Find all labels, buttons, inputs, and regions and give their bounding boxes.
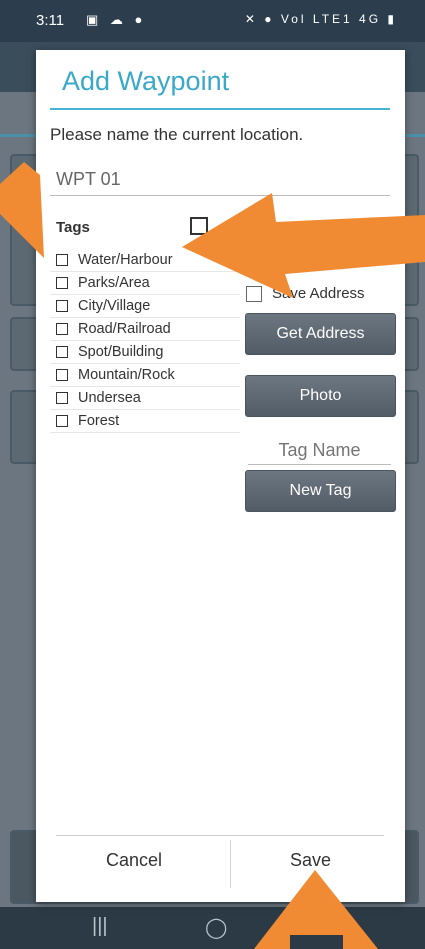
tag-label: Mountain/Rock bbox=[78, 367, 175, 383]
tag-label: Spot/Building bbox=[78, 344, 164, 360]
tag-label: Water/Harbour bbox=[78, 252, 173, 268]
tag-label: Road/Railroad bbox=[78, 321, 171, 337]
save-address-checkbox[interactable]: Save Address bbox=[246, 285, 365, 302]
battery-icon: ▮ bbox=[387, 12, 397, 26]
new-tag-button[interactable]: New Tag bbox=[245, 470, 396, 512]
add-waypoint-dialog: Add Waypoint Please name the current loc… bbox=[36, 50, 405, 902]
get-address-button[interactable]: Get Address bbox=[245, 313, 396, 355]
checkbox-icon[interactable] bbox=[56, 369, 68, 381]
mute-icon: ✕ bbox=[244, 12, 258, 26]
system-nav-bar: ||| ◯ bbox=[0, 907, 425, 949]
tag-label: Forest bbox=[78, 413, 120, 429]
tag-option[interactable]: Water/Harbour bbox=[50, 249, 240, 272]
tags-heading: Tags bbox=[56, 219, 90, 236]
checkbox-icon[interactable] bbox=[56, 254, 68, 266]
tag-option[interactable]: City/Village bbox=[50, 295, 240, 318]
tag-option[interactable]: Mountain/Rock bbox=[50, 364, 240, 387]
location-icon: ● bbox=[264, 12, 275, 26]
tag-option[interactable]: Spot/Building bbox=[50, 341, 240, 364]
footer-divider bbox=[56, 835, 384, 836]
network-text: Vol LTE1 4G bbox=[280, 12, 382, 26]
title-divider bbox=[50, 108, 390, 110]
home-icon[interactable]: ◯ bbox=[205, 915, 227, 940]
dialog-prompt: Please name the current location. bbox=[50, 125, 304, 144]
signal-icons: ✕ ● Vol LTE1 4G ▮ bbox=[245, 12, 397, 26]
tag-option[interactable]: Road/Railroad bbox=[50, 318, 240, 341]
checkbox-icon[interactable] bbox=[56, 323, 68, 335]
tag-option[interactable]: Undersea bbox=[50, 387, 240, 410]
recents-icon[interactable]: ||| bbox=[92, 915, 108, 938]
status-bar: 3:11 ▣ ☁ ● ✕ ● Vol LTE1 4G ▮ bbox=[0, 0, 425, 42]
tag-edit-icon[interactable] bbox=[190, 217, 208, 235]
checkbox-icon[interactable] bbox=[56, 415, 68, 427]
tag-label: City/Village bbox=[78, 298, 151, 314]
cancel-button[interactable]: Cancel bbox=[106, 850, 162, 871]
checkbox-icon[interactable] bbox=[56, 277, 68, 289]
tag-name-input[interactable] bbox=[248, 436, 391, 465]
notification-icons: ▣ ☁ ● bbox=[86, 12, 147, 27]
checkbox-icon[interactable] bbox=[56, 346, 68, 358]
dialog-title: Add Waypoint bbox=[62, 66, 230, 96]
save-button[interactable]: Save bbox=[290, 850, 331, 871]
tag-list: Water/Harbour Parks/Area City/Village Ro… bbox=[50, 249, 240, 433]
waypoint-name-input[interactable] bbox=[50, 164, 390, 196]
tag-label: Undersea bbox=[78, 390, 141, 406]
checkbox-icon[interactable] bbox=[56, 300, 68, 312]
footer-button-separator bbox=[230, 840, 231, 888]
tag-label: Parks/Area bbox=[78, 275, 150, 291]
checkbox-icon[interactable] bbox=[56, 392, 68, 404]
tag-option[interactable]: Forest bbox=[50, 410, 240, 433]
status-time: 3:11 bbox=[36, 12, 65, 29]
save-address-label: Save Address bbox=[272, 285, 365, 302]
tag-option[interactable]: Parks/Area bbox=[50, 272, 240, 295]
checkbox-icon[interactable] bbox=[246, 285, 262, 302]
photo-button[interactable]: Photo bbox=[245, 375, 396, 417]
